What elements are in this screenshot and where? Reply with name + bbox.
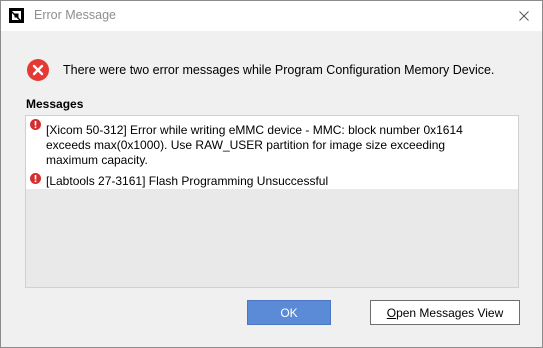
message-line: [Labtools 27-3161] Flash Programming Uns… xyxy=(46,174,329,188)
title-bar: Error Message xyxy=(1,1,542,31)
amd-logo-icon xyxy=(9,8,24,23)
mnemonic-letter: O xyxy=(386,305,397,320)
error-icon xyxy=(30,173,41,184)
messages-label: Messages xyxy=(26,97,84,111)
error-circle-icon xyxy=(27,59,49,81)
error-icon xyxy=(30,119,41,130)
list-item[interactable]: [Labtools 27-3161] Flash Programming Uns… xyxy=(46,174,486,189)
list-item[interactable]: [Xicom 50-312] Error while writing eMMC … xyxy=(46,123,486,168)
messages-list: [Xicom 50-312] Error while writing eMMC … xyxy=(26,116,518,189)
close-icon xyxy=(519,11,529,21)
error-dialog: Error Message There were two error messa… xyxy=(0,0,543,348)
close-button[interactable] xyxy=(506,1,542,31)
window-title: Error Message xyxy=(34,8,116,22)
message-line: maximum capacity. xyxy=(46,153,148,167)
message-line: exceeds max(0x1000). Use RAW_USER partit… xyxy=(46,138,446,152)
ok-button[interactable]: OK xyxy=(247,300,331,325)
messages-panel[interactable]: [Xicom 50-312] Error while writing eMMC … xyxy=(25,115,519,288)
button-label-rest: pen Messages View xyxy=(396,305,504,320)
message-line: [Xicom 50-312] Error while writing eMMC … xyxy=(46,123,463,137)
error-summary: There were two error messages while Prog… xyxy=(63,63,495,77)
open-messages-view-button[interactable]: Open Messages View xyxy=(370,300,520,325)
